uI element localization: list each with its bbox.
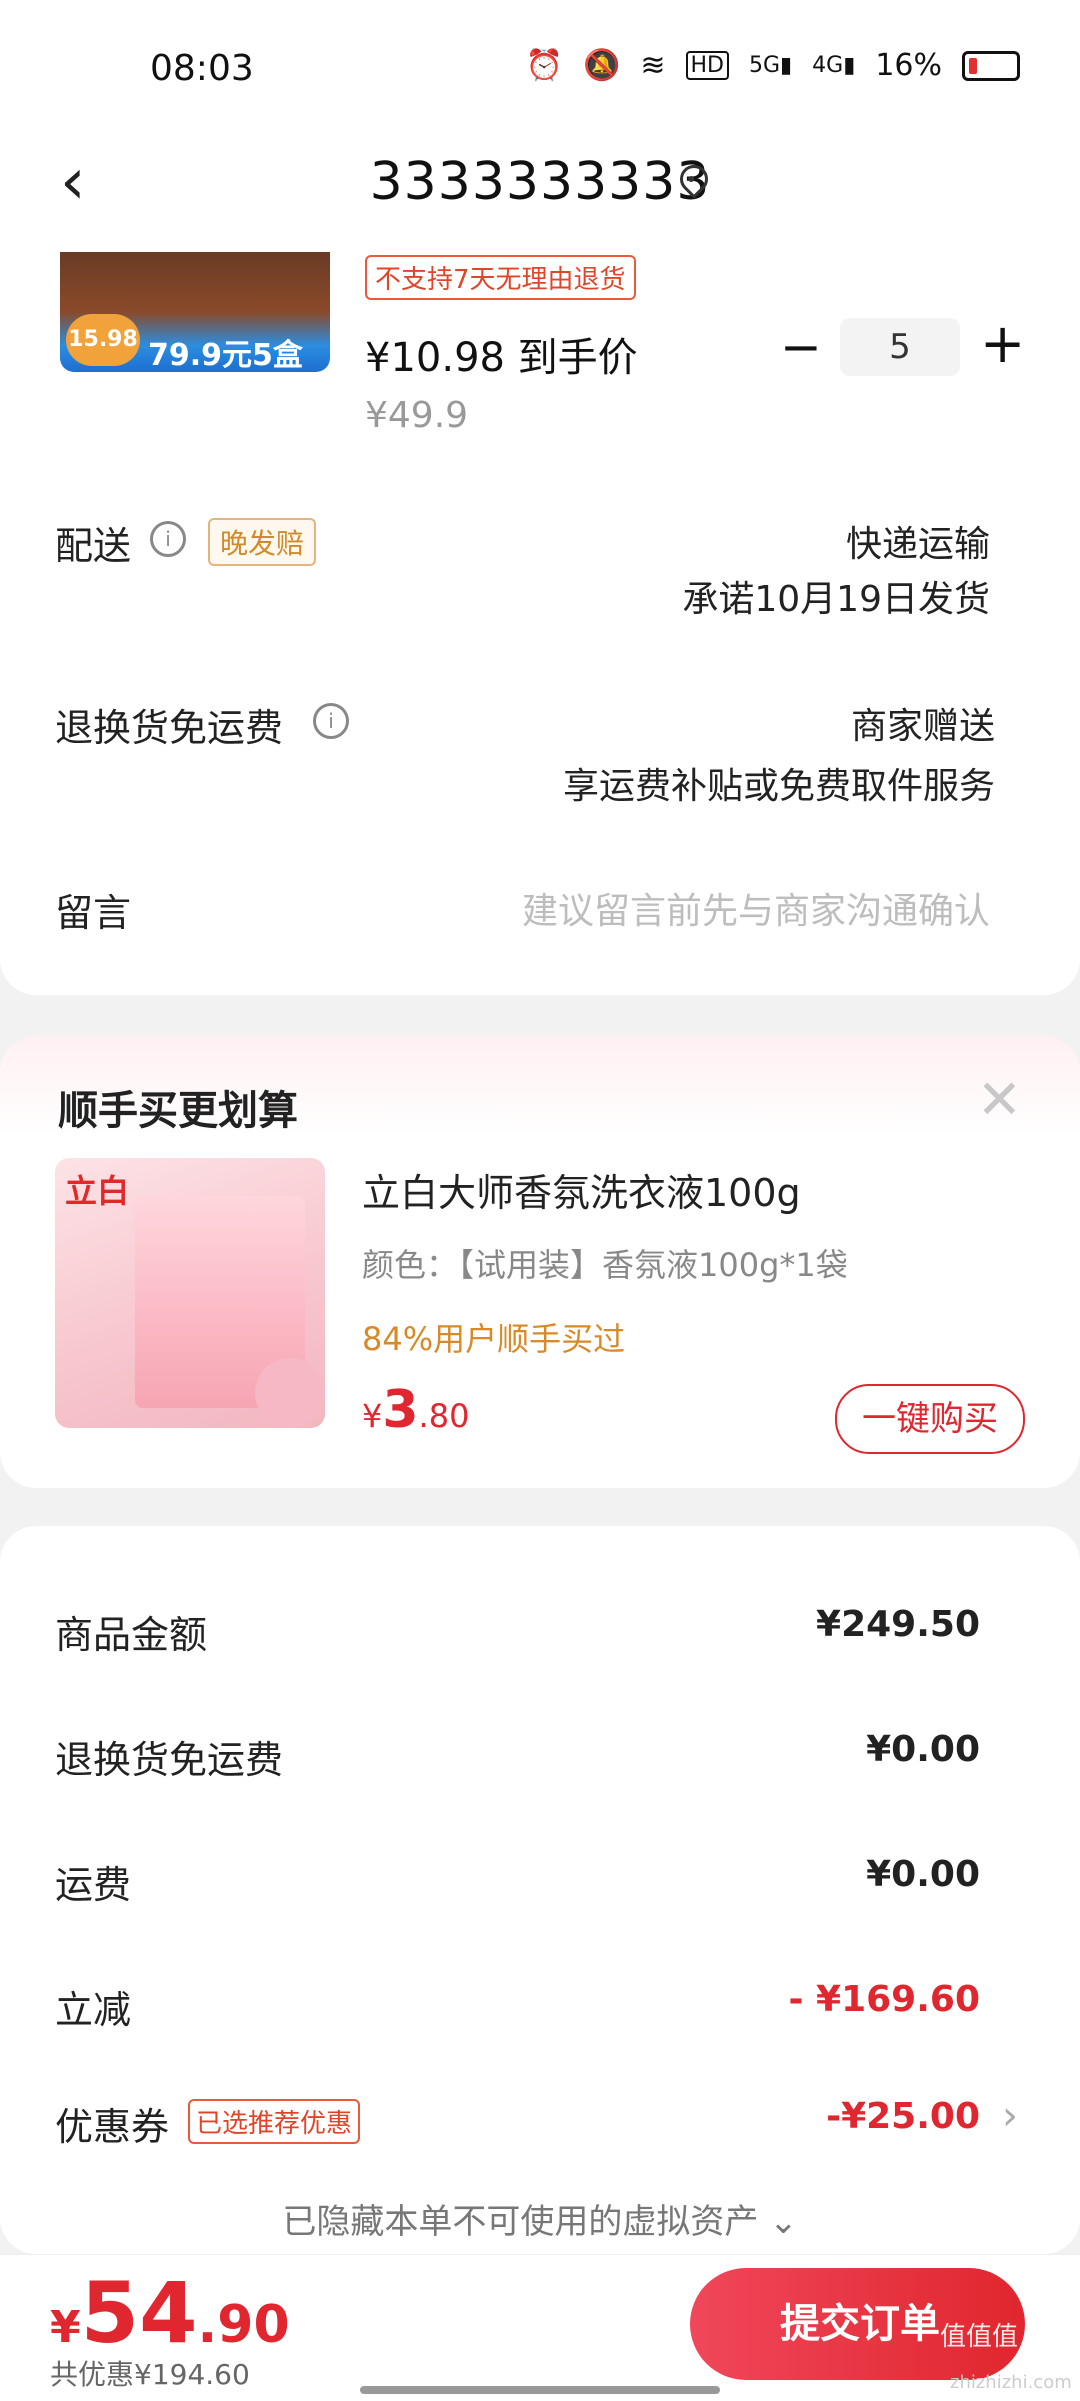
shipping-fee-label: 运费 xyxy=(55,1863,132,1907)
total-dec: .90 xyxy=(197,2295,290,2355)
page-title: 3333333333 xyxy=(369,152,711,212)
hidden-assets-toggle[interactable]: 已隐藏本单不可使用的虚拟资产 ⌄ xyxy=(0,2194,1080,2243)
upsell-price: ¥3.80 xyxy=(362,1380,469,1440)
goods-amount-value: ¥249.50 xyxy=(816,1604,980,1645)
total-yen: ¥ xyxy=(50,2302,81,2353)
status-time: 08:03 xyxy=(150,48,254,89)
total-price: ¥54.90 xyxy=(50,2264,290,2362)
delivery-label: 配送 xyxy=(55,524,132,568)
return-fee-value: ¥0.00 xyxy=(866,1729,980,1770)
battery-icon xyxy=(962,50,1020,81)
shipping-fee-value: ¥0.00 xyxy=(866,1854,980,1895)
upsell-price-yen: ¥ xyxy=(362,1397,383,1435)
goods-amount-label: 商品金额 xyxy=(55,1613,208,1657)
instant-discount-value: - ¥169.60 xyxy=(788,1979,980,2020)
product-image[interactable]: 15.98 79.9元5盒 xyxy=(60,252,330,372)
product-image-price: 15.98 xyxy=(66,314,140,366)
alarm-icon: ⏰ xyxy=(525,48,564,83)
message-input[interactable]: 建议留言前先与商家沟通确认 xyxy=(522,882,990,934)
wifi-icon: ≋ xyxy=(640,48,666,83)
late-compensation-tag: 晚发赔 xyxy=(208,518,317,566)
return-shipping-value2: 享运费补贴或免费取件服务 xyxy=(562,766,995,807)
delivery-promise: 承诺10月19日发货 xyxy=(682,579,990,620)
quantity-minus-button[interactable]: − xyxy=(780,318,822,376)
coupon-value[interactable]: -¥25.00 xyxy=(826,2096,980,2137)
upsell-product-image[interactable]: 立白 xyxy=(55,1158,325,1428)
watermark: 值值值 xyxy=(940,2322,1019,2352)
mute-icon: 🔕 xyxy=(583,48,621,83)
upsell-title: 顺手买更划算 xyxy=(58,1088,298,1134)
coupon-label: 优惠券 xyxy=(55,2105,170,2149)
delivery-info-icon[interactable]: i xyxy=(150,521,186,557)
upsell-price-dec: .80 xyxy=(418,1397,470,1435)
quantity-input[interactable]: 5 xyxy=(840,318,960,376)
status-icons: ⏰ 🔕 ≋ HD 5G▮ 4G▮ 16% xyxy=(526,48,1020,83)
coupon-recommended-tag: 已选推荐优惠 xyxy=(188,2099,361,2144)
close-icon[interactable]: ✕ xyxy=(977,1068,1022,1131)
total-int: 54 xyxy=(80,2264,198,2362)
one-click-buy-button[interactable]: 一键购买 xyxy=(835,1384,1025,1454)
upsell-price-int: 3 xyxy=(382,1380,419,1440)
delivery-method: 快递运输 xyxy=(845,524,990,565)
total-saving: 共优惠¥194.60 xyxy=(50,2358,250,2391)
return-shipping-value1: 商家赠送 xyxy=(850,706,995,747)
home-indicator[interactable] xyxy=(360,2386,720,2394)
product-original-price: ¥49.9 xyxy=(365,395,469,436)
watermark-url: zhizhizhi.com xyxy=(950,2372,1072,2393)
upsell-bought-stat: 84%用户顺手买过 xyxy=(362,1320,626,1358)
upsell-product-name[interactable]: 立白大师香氛洗衣液100g xyxy=(362,1162,801,1217)
upsell-image-brand: 立白 xyxy=(65,1172,130,1210)
quantity-plus-button[interactable]: + xyxy=(980,312,1025,375)
instant-discount-label: 立减 xyxy=(55,1988,132,2032)
upsell-image-flower xyxy=(255,1358,325,1428)
product-image-promo: 79.9元5盒 xyxy=(148,338,303,372)
hd-icon: HD xyxy=(685,51,729,80)
chevron-right-icon[interactable]: › xyxy=(1002,2093,1018,2139)
4g-signal-icon: 4G▮ xyxy=(812,53,856,78)
return-fee-label: 退换货免运费 xyxy=(55,1738,284,1782)
upsell-product-spec: 颜色：【试用装】香氛液100g*1袋 xyxy=(362,1246,848,1284)
5g-signal-icon: 5G▮ xyxy=(749,53,793,78)
message-label: 留言 xyxy=(55,891,132,935)
no-return-tag: 不支持7天无理由退货 xyxy=(365,255,636,300)
return-shipping-info-icon[interactable]: i xyxy=(313,703,349,739)
battery-percent: 16% xyxy=(875,48,942,83)
product-price: ¥10.98 到手价 xyxy=(365,335,638,381)
return-shipping-label: 退换货免运费 xyxy=(55,706,284,750)
